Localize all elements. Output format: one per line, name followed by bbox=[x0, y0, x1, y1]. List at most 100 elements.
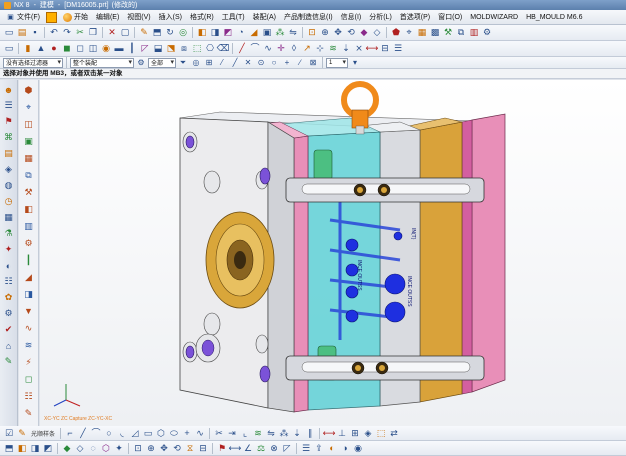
orient-view-icon[interactable]: ⬒ bbox=[3, 442, 15, 454]
datum-csys-icon[interactable]: ⊹ bbox=[314, 43, 326, 55]
sketch-icon[interactable]: ✎ bbox=[138, 27, 150, 39]
constraint-icon[interactable]: ⊥ bbox=[336, 427, 348, 439]
snap-intersection-icon[interactable]: ✕ bbox=[242, 58, 254, 68]
hidden-edges-icon[interactable]: ◌ bbox=[87, 442, 99, 454]
bom-icon[interactable]: ☷ bbox=[22, 389, 36, 403]
menu-tools[interactable]: 工具(T) bbox=[218, 12, 249, 22]
mold-tools-icon[interactable]: ⚒ bbox=[22, 185, 36, 199]
snap-quadrant-icon[interactable]: ○ bbox=[268, 58, 280, 68]
edge-display-icon[interactable]: ◇ bbox=[74, 442, 86, 454]
thicken-icon[interactable]: ⬔ bbox=[165, 43, 177, 55]
section-view-icon[interactable]: ⊟ bbox=[379, 43, 391, 55]
redo-icon[interactable]: ↷ bbox=[61, 27, 73, 39]
roles-icon[interactable]: ☻ bbox=[2, 83, 15, 96]
select-all-icon[interactable]: ◎ bbox=[190, 58, 202, 68]
profile-icon[interactable]: ⌐ bbox=[64, 427, 76, 439]
snap-center-icon[interactable]: ⊙ bbox=[255, 58, 267, 68]
offset-curve-icon[interactable]: ≋ bbox=[327, 43, 339, 55]
sphere-icon[interactable]: ● bbox=[48, 43, 60, 55]
menu-moldwizard[interactable]: MOLDWIZARD bbox=[466, 14, 522, 21]
line-icon[interactable]: ╱ bbox=[77, 427, 89, 439]
draft-analysis-icon[interactable]: ◸ bbox=[281, 442, 293, 454]
auto-constrain-icon[interactable]: ⊞ bbox=[349, 427, 361, 439]
mass-properties-icon[interactable]: ⚖ bbox=[255, 442, 267, 454]
perspective-icon[interactable]: ⧖ bbox=[184, 442, 196, 454]
sketch-finish-icon[interactable]: ☑ bbox=[3, 427, 15, 439]
sub-insert-icon[interactable]: ◨ bbox=[22, 287, 36, 301]
boolean-unite-icon[interactable]: ◧ bbox=[196, 27, 208, 39]
pan-icon[interactable]: ✥ bbox=[332, 27, 344, 39]
offset-face-icon[interactable]: ⬓ bbox=[152, 43, 164, 55]
zoom-window-icon[interactable]: ⊕ bbox=[145, 442, 157, 454]
chamfer-icon[interactable]: ◿ bbox=[129, 427, 141, 439]
sew-icon[interactable]: ⧈ bbox=[178, 43, 190, 55]
extrude-icon[interactable]: ⬒ bbox=[151, 27, 163, 39]
quick-trim-icon[interactable]: ✂ bbox=[213, 427, 225, 439]
layout-icon[interactable]: ▦ bbox=[22, 151, 36, 165]
cylinder-icon[interactable]: ▮ bbox=[22, 43, 34, 55]
render-style-icon[interactable]: ◆ bbox=[61, 442, 73, 454]
revolve-icon[interactable]: ↻ bbox=[164, 27, 176, 39]
wireframe-icon[interactable]: ◇ bbox=[371, 27, 383, 39]
clip-section-icon[interactable]: ⊟ bbox=[197, 442, 209, 454]
mirror-icon[interactable]: ⇋ bbox=[287, 27, 299, 39]
interference-icon[interactable]: ⊗ bbox=[268, 442, 280, 454]
ejector-pin-icon[interactable]: ┃ bbox=[22, 253, 36, 267]
pattern-icon[interactable]: ⁂ bbox=[274, 27, 286, 39]
point-icon[interactable]: ✛ bbox=[275, 43, 287, 55]
chamfer-icon[interactable]: ◢ bbox=[248, 27, 260, 39]
settings-icon[interactable]: ⚙ bbox=[135, 58, 147, 68]
invert-show-icon[interactable]: ◑ bbox=[339, 442, 351, 454]
check-mate-icon[interactable]: ✔ bbox=[2, 323, 15, 336]
measure-icon[interactable]: ⟷ bbox=[366, 43, 379, 55]
knowledge-fusion-icon[interactable]: ⚙ bbox=[2, 307, 15, 320]
view-right-icon[interactable]: ◩ bbox=[42, 442, 54, 454]
edge-blend-icon[interactable]: ◔ bbox=[235, 27, 247, 39]
mold-drawing-icon[interactable]: ✎ bbox=[22, 406, 36, 420]
graphics-window[interactable]: INCE OUTSS INCE OUTSS IN(T) XC-YC ZC Cap… bbox=[40, 80, 626, 426]
manufacturing-wizards-icon[interactable]: ✦ bbox=[2, 243, 15, 256]
groove-icon[interactable]: ◫ bbox=[87, 43, 99, 55]
snap-control-icon[interactable]: ╱ bbox=[229, 58, 241, 68]
pad-icon[interactable]: ◼ bbox=[61, 43, 73, 55]
arc-icon[interactable]: ⌒ bbox=[249, 43, 261, 55]
boolean-subtract-icon[interactable]: ◨ bbox=[209, 27, 221, 39]
history-icon[interactable]: ◷ bbox=[2, 195, 15, 208]
pattern-curve-icon[interactable]: ⁂ bbox=[278, 427, 290, 439]
delete-face-icon[interactable]: ⌫ bbox=[217, 43, 230, 55]
slider-lifter-icon[interactable]: ◢ bbox=[22, 270, 36, 284]
system-materials-icon[interactable]: ▦ bbox=[2, 211, 15, 224]
menu-view[interactable]: 视图(V) bbox=[123, 12, 154, 22]
menu-analysis[interactable]: 分析(L) bbox=[365, 12, 396, 22]
filter-icon[interactable]: ⏷ bbox=[177, 58, 189, 68]
window-icon[interactable]: ▢ bbox=[119, 27, 131, 39]
type-filter-dropdown[interactable]: 没有选择过滤器 bbox=[3, 57, 63, 68]
menu-hb-mould[interactable]: HB_MOULD M6.6 bbox=[522, 14, 586, 21]
cavity-layout-icon[interactable]: ▩ bbox=[429, 27, 441, 39]
mold-project-init-icon[interactable]: ⬢ bbox=[22, 83, 36, 97]
pocket-icon[interactable]: ◻ bbox=[74, 43, 86, 55]
boss-icon[interactable]: ◉ bbox=[100, 43, 112, 55]
nx-app-icon[interactable] bbox=[45, 11, 57, 23]
measure-distance-icon[interactable]: ⟷ bbox=[229, 442, 242, 454]
menu-insert[interactable]: 插入(S) bbox=[155, 12, 186, 22]
zoom-icon[interactable]: ⊕ bbox=[319, 27, 331, 39]
show-hide-icon[interactable]: ◐ bbox=[326, 442, 338, 454]
cone-icon[interactable]: ▲ bbox=[35, 43, 47, 55]
open-file-icon[interactable]: ▤ bbox=[16, 27, 28, 39]
spline-icon[interactable]: ∿ bbox=[262, 43, 274, 55]
layer-visibility-icon[interactable]: ▾ bbox=[349, 58, 361, 68]
save-icon[interactable]: ▪ bbox=[29, 27, 41, 39]
gate-library-icon[interactable]: ▼ bbox=[22, 304, 36, 318]
palette-icon[interactable]: ✿ bbox=[2, 291, 15, 304]
moldbase-icon[interactable]: ▥ bbox=[468, 27, 480, 39]
make-corner-icon[interactable]: ⌞ bbox=[239, 427, 251, 439]
circle-icon[interactable]: ○ bbox=[103, 427, 115, 439]
family-mold-icon[interactable]: ⧉ bbox=[22, 168, 36, 182]
view-front-icon[interactable]: ◧ bbox=[16, 442, 28, 454]
snap-midpoint-icon[interactable]: ⁄ bbox=[216, 58, 228, 68]
menu-information[interactable]: 信息(I) bbox=[337, 12, 366, 22]
roles-list-icon[interactable]: ☷ bbox=[2, 275, 15, 288]
datum-axis-icon[interactable]: ↗ bbox=[301, 43, 313, 55]
process-studio-icon[interactable]: ⚗ bbox=[2, 227, 15, 240]
